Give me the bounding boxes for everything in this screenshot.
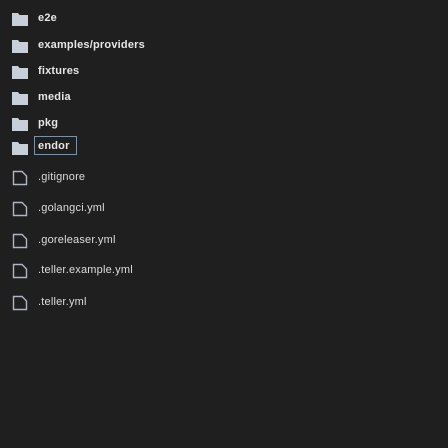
tree-item-vendor[interactable]: endor	[0, 135, 448, 161]
tree-item-e2e[interactable]: e2e	[0, 6, 448, 32]
tree-item-fixtures[interactable]: fixtures	[0, 59, 448, 85]
tree-item-label: endor	[38, 140, 70, 152]
tree-item-label: pkg	[38, 117, 59, 129]
file-icon	[11, 200, 29, 218]
folder-icon	[11, 89, 29, 107]
tree-item-label: .golangci.yml	[38, 202, 105, 214]
tree-item-label: examples/providers	[38, 39, 145, 51]
tree-item-label: fixtures	[38, 65, 80, 77]
folder-icon	[11, 63, 29, 81]
file-icon	[11, 169, 29, 187]
rename-input-vendor[interactable]: endor	[34, 136, 77, 155]
tree-item-teller-yml[interactable]: .teller.yml	[0, 290, 448, 316]
tree-item-label: .teller.example.yml	[38, 264, 133, 276]
file-icon	[11, 294, 29, 312]
tree-item-goreleaser-yml[interactable]: .goreleaser.yml	[0, 228, 448, 254]
tree-item-teller-example-yml[interactable]: .teller.example.yml	[0, 258, 448, 284]
tree-item-label: .teller.yml	[38, 296, 87, 308]
folder-icon	[11, 10, 29, 28]
file-icon	[11, 232, 29, 250]
tree-item-pkg[interactable]: pkg	[0, 111, 448, 137]
folder-icon	[11, 37, 29, 55]
tree-item-label: .goreleaser.yml	[38, 234, 116, 246]
tree-item-gitignore[interactable]: .gitignore	[0, 165, 448, 191]
file-tree: e2e examples/providers fixtures media pk…	[0, 0, 448, 448]
folder-icon	[11, 115, 29, 133]
tree-item-label: e2e	[38, 12, 57, 24]
tree-item-media[interactable]: media	[0, 85, 448, 111]
tree-item-label: media	[38, 91, 71, 103]
tree-item-examples-providers[interactable]: examples/providers	[0, 33, 448, 59]
folder-icon	[11, 139, 29, 157]
tree-item-golangci-yml[interactable]: .golangci.yml	[0, 196, 448, 222]
tree-item-label: .gitignore	[38, 171, 86, 183]
file-icon	[11, 262, 29, 280]
